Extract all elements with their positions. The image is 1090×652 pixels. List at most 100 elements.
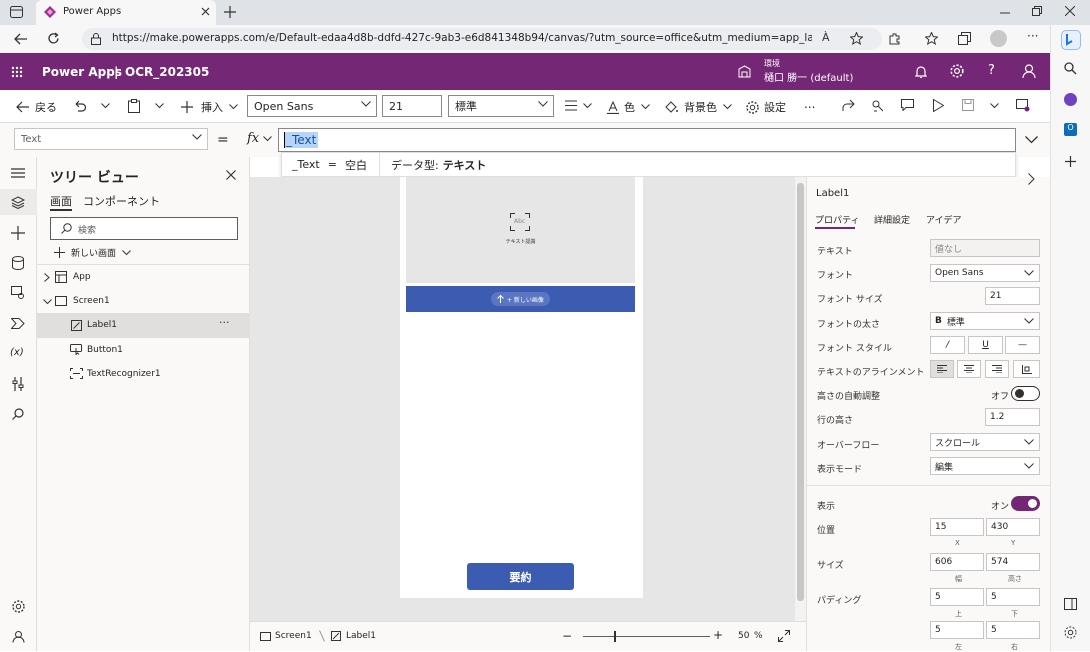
sidebar-layout-icon[interactable]: [1064, 598, 1077, 610]
font-dropdown[interactable]: Open Sans: [930, 264, 1040, 282]
tab-components[interactable]: コンポーネント: [83, 193, 160, 209]
autoheight-toggle[interactable]: [1011, 386, 1040, 401]
padding-top-field[interactable]: 5: [930, 588, 984, 606]
hamburger-menu-icon[interactable]: [11, 168, 25, 178]
font-weight-select[interactable]: 標準: [448, 95, 554, 117]
window-menu-icon[interactable]: [10, 6, 23, 18]
media-icon[interactable]: [11, 286, 25, 299]
align-center-button[interactable]: [957, 360, 981, 378]
rail-settings-icon[interactable]: [12, 600, 25, 613]
window-close-icon[interactable]: [1065, 6, 1075, 16]
zoom-slider-thumb[interactable]: [614, 631, 616, 642]
publish-icon[interactable]: [1016, 99, 1030, 112]
font-select[interactable]: Open Sans: [247, 95, 377, 117]
undo-dropdown-icon[interactable]: [101, 103, 110, 109]
profile-avatar[interactable]: [990, 30, 1007, 47]
text-recognizer-control[interactable]: Abc テキスト認識: [406, 177, 635, 283]
app-checker-icon[interactable]: [871, 99, 884, 112]
position-x-field[interactable]: 15: [930, 518, 984, 536]
account-icon[interactable]: [1022, 64, 1036, 78]
text-align-button[interactable]: [565, 100, 592, 111]
back-arrow-icon[interactable]: [14, 33, 27, 45]
favorites-icon[interactable]: [925, 32, 938, 45]
share-icon[interactable]: [842, 99, 855, 112]
tree-item-button1[interactable]: Button1: [37, 338, 249, 362]
notifications-icon[interactable]: [915, 65, 927, 78]
height-field[interactable]: 574: [986, 553, 1040, 571]
width-field[interactable]: 606: [930, 553, 984, 571]
virtual-agent-icon[interactable]: [12, 630, 25, 643]
edge-settings-icon[interactable]: [1064, 626, 1077, 639]
shopping-icon[interactable]: [1064, 93, 1077, 106]
tree-item-label1[interactable]: Label1 ···: [37, 313, 249, 338]
paste-dropdown-icon[interactable]: [155, 103, 164, 109]
save-dropdown-icon[interactable]: [990, 103, 999, 109]
zoom-out-icon[interactable]: −: [562, 629, 572, 643]
text-field[interactable]: 値なし: [930, 239, 1040, 257]
save-icon[interactable]: [962, 99, 974, 111]
new-screen-button[interactable]: 新しい画面: [54, 246, 131, 259]
display-mode-dropdown[interactable]: 編集: [930, 457, 1040, 475]
refresh-icon[interactable]: [47, 32, 60, 45]
font-size-field[interactable]: 21: [985, 287, 1040, 305]
summary-button[interactable]: 要約: [467, 563, 574, 590]
help-icon[interactable]: ?: [988, 63, 995, 78]
add-sidebar-icon[interactable]: [1065, 156, 1076, 167]
tree-item-textrecognizer1[interactable]: TextRecognizer1: [37, 362, 249, 386]
underline-button[interactable]: U: [968, 336, 1003, 354]
app-name[interactable]: Power Apps: [42, 65, 122, 79]
undo-icon[interactable]: [73, 100, 86, 112]
padding-left-field[interactable]: 5: [930, 621, 984, 639]
bing-chat-icon[interactable]: [1061, 30, 1081, 50]
tab-close-icon[interactable]: [201, 7, 210, 16]
tab-ideas[interactable]: アイデア: [926, 213, 962, 226]
tab-advanced[interactable]: 詳細設定: [874, 213, 910, 226]
formula-input[interactable]: _Text: [278, 128, 1016, 152]
rail-tree-view[interactable]: [0, 189, 37, 215]
url-field[interactable]: https://make.powerapps.com/e/Default-eda…: [82, 28, 882, 50]
strikethrough-button[interactable]: —: [1005, 336, 1040, 354]
align-right-button[interactable]: [985, 360, 1009, 378]
insert-button[interactable]: 挿入: [181, 99, 238, 115]
zoom-in-icon[interactable]: +: [713, 628, 723, 642]
zoom-slider[interactable]: [583, 631, 710, 642]
padding-bottom-field[interactable]: 5: [986, 588, 1040, 606]
more-commands-icon[interactable]: ...: [804, 97, 815, 111]
expand-panel-icon[interactable]: [1028, 173, 1035, 185]
overflow-dropdown[interactable]: スクロール: [930, 433, 1040, 451]
visible-toggle[interactable]: [1011, 496, 1040, 511]
comments-icon[interactable]: [901, 99, 914, 111]
item-more-icon[interactable]: ···: [219, 316, 230, 329]
fullscreen-icon[interactable]: [778, 630, 790, 642]
insert-rail-icon[interactable]: [11, 226, 25, 240]
search-rail-icon[interactable]: [12, 408, 24, 420]
tree-search-input[interactable]: 検索: [50, 217, 238, 240]
font-size-input[interactable]: 21: [382, 95, 442, 117]
minimize-icon[interactable]: [1000, 8, 1010, 18]
new-image-button[interactable]: + 新しい画像: [491, 292, 550, 306]
new-tab-icon[interactable]: [224, 6, 236, 18]
favorite-star-icon[interactable]: [850, 32, 863, 45]
fx-button[interactable]: fx: [247, 131, 273, 146]
tree-item-screen1[interactable]: Screen1: [37, 289, 249, 313]
play-icon[interactable]: [933, 99, 944, 112]
screen-preview[interactable]: Abc テキスト認識 + 新しい画像 要約: [400, 177, 643, 598]
environment-name[interactable]: 樋口 勝一 (default): [764, 69, 853, 84]
canvas-scrollbar[interactable]: [795, 177, 806, 621]
extensions-icon[interactable]: [888, 32, 901, 45]
font-weight-dropdown[interactable]: B 標準: [930, 312, 1040, 330]
crumb-label1[interactable]: Label1: [331, 631, 376, 641]
italic-button[interactable]: /: [930, 336, 965, 354]
back-button[interactable]: 戻る: [16, 99, 57, 115]
collections-icon[interactable]: [958, 32, 971, 45]
crumb-screen1[interactable]: Screen1: [260, 631, 312, 641]
advanced-tools-icon[interactable]: [12, 377, 24, 391]
browser-more-icon[interactable]: ···: [1027, 29, 1038, 43]
line-height-field[interactable]: 1.2: [985, 408, 1040, 426]
restore-icon[interactable]: [1032, 6, 1042, 16]
scrollbar-thumb[interactable]: [797, 183, 804, 601]
tab-screens[interactable]: 画面: [50, 193, 72, 211]
power-automate-icon[interactable]: [11, 318, 25, 329]
fill-color-button[interactable]: 背景色: [665, 99, 732, 115]
variables-icon[interactable]: (x): [10, 347, 24, 358]
